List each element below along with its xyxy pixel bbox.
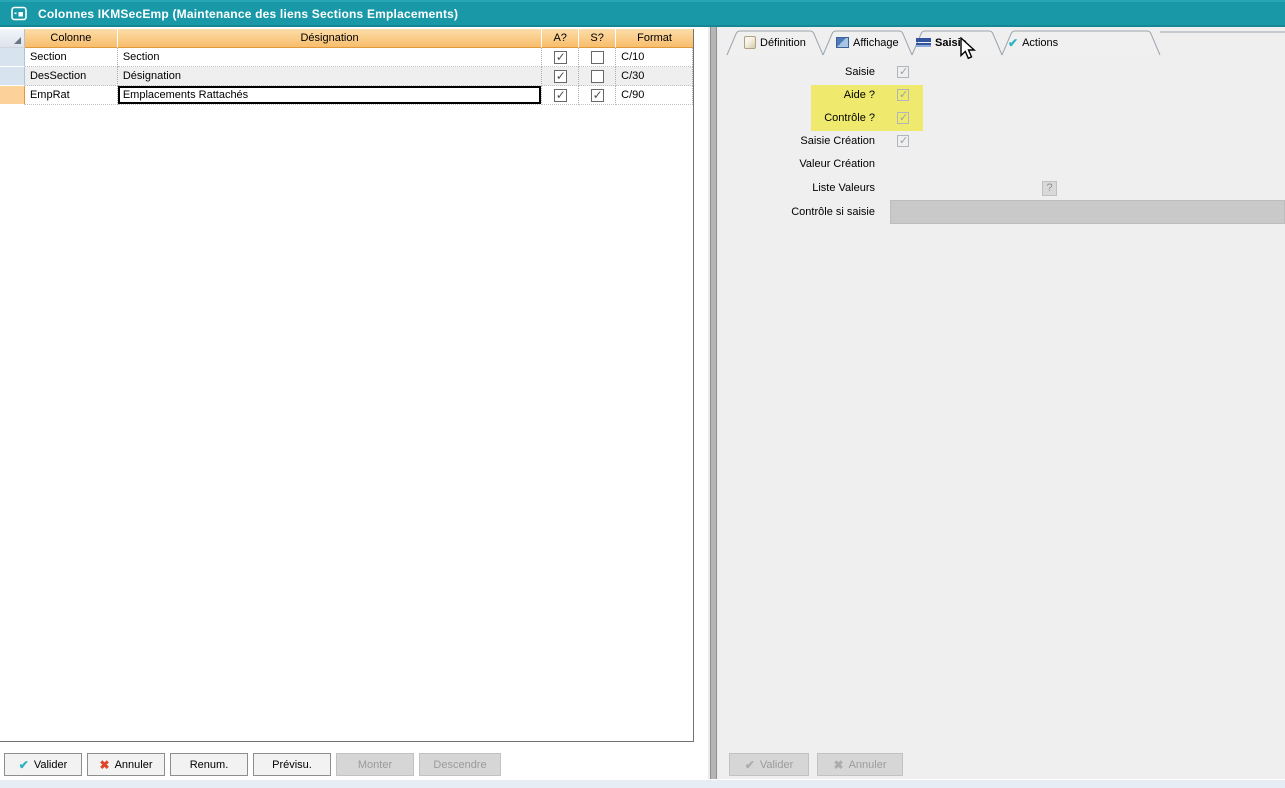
right-valider-label: Valider: [760, 759, 793, 771]
mouse-cursor: [959, 37, 977, 61]
annuler-label: Annuler: [115, 759, 153, 771]
liste-valeurs-help-button[interactable]: ?: [1042, 181, 1057, 196]
form-row-controle: Contrôle ?: [719, 107, 1285, 129]
tab-affichage-label: Affichage: [853, 37, 899, 49]
check-icon: ✔: [745, 759, 755, 771]
cell-s[interactable]: [579, 86, 616, 105]
cell-format[interactable]: C/90: [616, 86, 693, 105]
header-colonne[interactable]: Colonne: [25, 29, 118, 48]
liste-valeurs-label: Liste Valeurs: [740, 182, 875, 194]
controle-checkbox: [897, 112, 909, 124]
cell-colonne[interactable]: DesSection: [25, 67, 118, 86]
select-all-corner[interactable]: [0, 29, 25, 48]
cell-colonne[interactable]: Section: [25, 48, 118, 67]
cell-s[interactable]: [579, 67, 616, 86]
renum-button[interactable]: Renum.: [170, 753, 248, 776]
document-icon: [744, 36, 756, 49]
controle-si-saisie-input[interactable]: [890, 200, 1285, 224]
columns-table: Colonne Désignation A? S? Format Section…: [0, 29, 694, 742]
monter-button: Monter: [336, 753, 414, 776]
table-row[interactable]: Section Section C/10: [0, 48, 693, 67]
check-icon: ✔: [19, 759, 29, 771]
cell-designation-editing[interactable]: Emplacements Rattachés: [118, 86, 542, 105]
renum-label: Renum.: [190, 759, 229, 771]
valider-label: Valider: [34, 759, 67, 771]
window-title: Colonnes IKMSecEmp (Maintenance des lien…: [38, 7, 458, 21]
cell-colonne[interactable]: EmpRat: [25, 86, 118, 105]
valider-button[interactable]: ✔ Valider: [4, 753, 82, 776]
form-icon: [11, 6, 27, 21]
tab-actions[interactable]: ✔ Actions: [1008, 33, 1058, 52]
saisie-label: Saisie: [740, 66, 875, 78]
checkbox-a[interactable]: [554, 89, 567, 102]
cell-format[interactable]: C/10: [616, 48, 693, 67]
form-row-saisie: Saisie: [719, 61, 1285, 83]
previsu-label: Prévisu.: [272, 759, 312, 771]
right-annuler-label: Annuler: [849, 759, 887, 771]
row-gutter[interactable]: [0, 67, 25, 86]
cell-format[interactable]: C/30: [616, 67, 693, 86]
aide-label: Aide ?: [740, 89, 875, 101]
display-icon: [836, 37, 849, 48]
tab-affichage[interactable]: Affichage: [836, 33, 899, 52]
cell-a[interactable]: [542, 86, 579, 105]
x-icon: ✖: [100, 759, 110, 771]
columns-grid-panel: Colonne Désignation A? S? Format Section…: [0, 27, 708, 779]
aide-checkbox: [897, 89, 909, 101]
saisie-creation-checkbox: [897, 135, 909, 147]
tab-definition-label: Définition: [760, 37, 806, 49]
row-gutter[interactable]: [0, 48, 25, 67]
checkbox-a[interactable]: [554, 51, 567, 64]
header-a[interactable]: A?: [542, 29, 579, 48]
cell-s[interactable]: [579, 48, 616, 67]
corner-triangle-icon: [14, 37, 21, 44]
saisie-creation-label: Saisie Création: [740, 135, 875, 147]
form-row-aide: Aide ?: [719, 84, 1285, 106]
title-bar: Colonnes IKMSecEmp (Maintenance des lien…: [0, 0, 1285, 27]
cell-designation[interactable]: Désignation: [118, 67, 542, 86]
cell-a[interactable]: [542, 48, 579, 67]
right-valider-button: ✔ Valider: [729, 753, 809, 776]
form-row-saisie-creation: Saisie Création: [719, 130, 1285, 152]
app-window: Colonnes IKMSecEmp (Maintenance des lien…: [0, 0, 1285, 788]
controle-si-saisie-label: Contrôle si saisie: [740, 206, 875, 218]
checkbox-s[interactable]: [591, 51, 604, 64]
checkbox-s[interactable]: [591, 70, 604, 83]
form-row-liste-valeurs: Liste Valeurs ?: [719, 177, 1285, 199]
header-s[interactable]: S?: [579, 29, 616, 48]
checkmark-icon: ✔: [1008, 37, 1018, 49]
form-row-valeur-creation: Valeur Création: [719, 153, 1285, 175]
right-annuler-button: ✖ Annuler: [817, 753, 903, 776]
tab-definition[interactable]: Définition: [744, 33, 806, 52]
row-gutter[interactable]: [0, 86, 25, 105]
x-icon: ✖: [834, 759, 844, 771]
descendre-label: Descendre: [433, 759, 486, 771]
previsu-button[interactable]: Prévisu.: [253, 753, 331, 776]
properties-panel: Définition Affichage Saisie ✔ Actions Sa…: [719, 27, 1285, 779]
checkbox-s[interactable]: [591, 89, 604, 102]
form-row-controle-si-saisie: Contrôle si saisie: [719, 199, 1285, 225]
cell-a[interactable]: [542, 67, 579, 86]
descendre-button: Descendre: [419, 753, 501, 776]
monter-label: Monter: [358, 759, 392, 771]
table-row-selected[interactable]: EmpRat Emplacements Rattachés C/90: [0, 86, 693, 105]
text-lines-icon: [916, 37, 931, 48]
saisie-checkbox: [897, 66, 909, 78]
header-format[interactable]: Format: [616, 29, 693, 48]
valeur-creation-label: Valeur Création: [740, 158, 875, 170]
annuler-button[interactable]: ✖ Annuler: [87, 753, 165, 776]
checkbox-a[interactable]: [554, 70, 567, 83]
tab-actions-label: Actions: [1022, 37, 1058, 49]
table-header-row: Colonne Désignation A? S? Format: [0, 29, 693, 48]
status-bar: [0, 779, 1285, 788]
controle-label: Contrôle ?: [740, 112, 875, 124]
cell-designation[interactable]: Section: [118, 48, 542, 67]
table-row[interactable]: DesSection Désignation C/30: [0, 67, 693, 86]
panel-splitter[interactable]: [708, 27, 719, 779]
header-designation[interactable]: Désignation: [118, 29, 542, 48]
